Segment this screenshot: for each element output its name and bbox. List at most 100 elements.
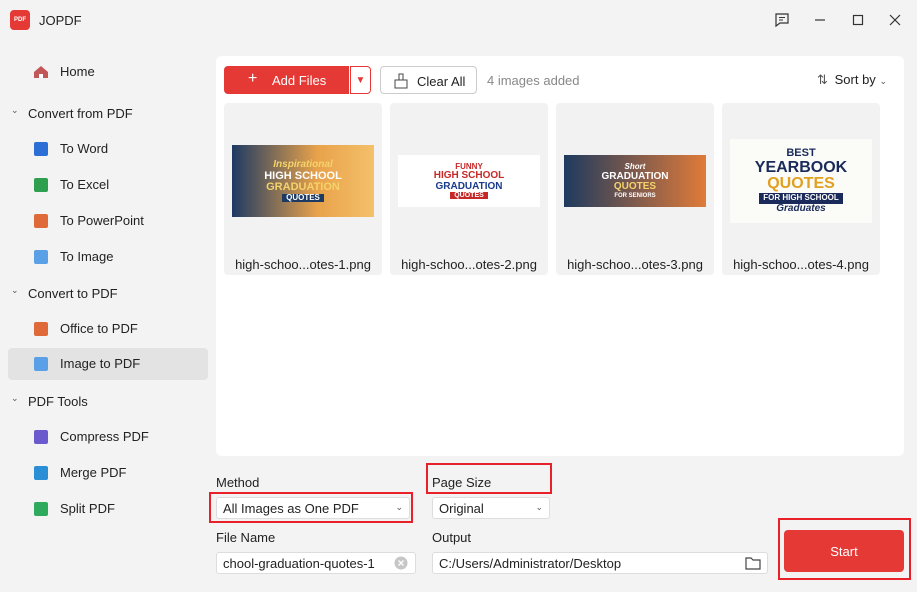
folder-icon[interactable] xyxy=(745,556,761,573)
clear-input-icon[interactable] xyxy=(394,556,408,573)
file-panel: + Add Files ▼ Clear All 4 images added ⇅… xyxy=(216,56,904,456)
method-label: Method xyxy=(216,475,260,490)
output-path-input[interactable]: C:/Users/Administrator/Desktop xyxy=(432,552,768,574)
thumb-text: BEST xyxy=(786,146,816,159)
sidebar-item-compress-pdf[interactable]: Compress PDF xyxy=(8,421,208,453)
close-icon[interactable] xyxy=(883,8,907,32)
thumb-text: YEARBOOK xyxy=(754,158,848,176)
compress-icon xyxy=(34,430,48,444)
sidebar-item-label: Home xyxy=(60,64,95,79)
thumb-text: HIGH SCHOOL xyxy=(433,170,505,182)
merge-icon xyxy=(34,466,48,480)
file-card[interactable]: Inspirational HIGH SCHOOL GRADUATION QUO… xyxy=(224,103,382,275)
file-card[interactable]: BEST YEARBOOK QUOTES FOR HIGH SCHOOL Gra… xyxy=(722,103,880,275)
title-bar: PDF JOPDF xyxy=(0,0,917,40)
section-label: PDF Tools xyxy=(28,394,88,409)
app-title: JOPDF xyxy=(39,13,82,28)
excel-icon xyxy=(34,178,48,192)
thumb-text: Inspirational xyxy=(273,159,333,170)
sidebar-item-to-word[interactable]: To Word xyxy=(8,133,208,165)
sidebar-item-label: Image to PDF xyxy=(60,356,141,371)
thumb-text: Graduates xyxy=(776,202,826,214)
chevron-down-icon: ⌄ xyxy=(395,502,403,512)
file-name-value: chool-graduation-quotes-1 xyxy=(223,556,375,571)
sort-by-label: Sort by xyxy=(834,72,876,87)
sidebar-item-label: Split PDF xyxy=(60,501,115,516)
page-size-value: Original xyxy=(439,501,484,516)
file-thumbnail: BEST YEARBOOK QUOTES FOR HIGH SCHOOL Gra… xyxy=(730,139,872,223)
chevron-down-icon: ⌄ xyxy=(11,105,19,115)
broom-icon xyxy=(393,73,409,89)
image-icon xyxy=(34,357,48,371)
minimize-icon[interactable] xyxy=(808,8,832,32)
start-label: Start xyxy=(830,543,858,559)
sidebar-item-merge-pdf[interactable]: Merge PDF xyxy=(8,457,208,489)
chevron-down-icon: ▼ xyxy=(355,74,366,86)
sidebar-item-label: To Excel xyxy=(60,177,110,192)
maximize-icon[interactable] xyxy=(846,8,870,32)
method-value: All Images as One PDF xyxy=(223,501,359,516)
sidebar-item-split-pdf[interactable]: Split PDF xyxy=(8,493,208,525)
sidebar-item-home[interactable]: Home xyxy=(8,56,208,88)
method-select[interactable]: All Images as One PDF ⌄ xyxy=(216,497,410,519)
start-button[interactable]: Start xyxy=(784,530,904,572)
sidebar-item-to-powerpoint[interactable]: To PowerPoint xyxy=(8,205,208,237)
thumb-text: QUOTES xyxy=(613,181,657,193)
section-pdf-tools[interactable]: ⌄ PDF Tools xyxy=(8,387,208,415)
chevron-down-icon: ⌄ xyxy=(535,502,543,512)
chevron-down-icon: ⌄ xyxy=(879,76,887,86)
plus-icon: + xyxy=(248,70,258,87)
clear-all-button[interactable]: Clear All xyxy=(380,66,477,94)
image-icon xyxy=(34,250,48,264)
thumb-text: FOR HIGH SCHOOL xyxy=(759,193,843,204)
chevron-down-icon: ⌄ xyxy=(11,285,19,295)
thumb-text: GRADUATION xyxy=(435,180,503,192)
file-thumbnail: Inspirational HIGH SCHOOL GRADUATION QUO… xyxy=(232,145,374,217)
file-name: high-schoo...otes-4.png xyxy=(733,257,869,272)
sidebar-item-label: Office to PDF xyxy=(60,321,138,336)
file-thumbnail: FUNNY HIGH SCHOOL GRADUATION QUOTES xyxy=(398,155,540,207)
file-name: high-schoo...otes-1.png xyxy=(235,257,371,272)
thumb-text: QUOTES xyxy=(282,193,324,202)
output-label: Output xyxy=(432,530,472,545)
file-thumbnail: Short GRADUATION QUOTES FOR SENIORS xyxy=(564,155,706,207)
file-name: high-schoo...otes-3.png xyxy=(567,257,703,272)
sidebar-item-label: To PowerPoint xyxy=(60,213,144,228)
file-card[interactable]: FUNNY HIGH SCHOOL GRADUATION QUOTES high… xyxy=(390,103,548,275)
chat-icon[interactable] xyxy=(770,8,794,32)
section-convert-to-pdf[interactable]: ⌄ Convert to PDF xyxy=(8,279,208,307)
office-icon xyxy=(34,322,48,336)
sidebar-item-label: To Image xyxy=(60,249,114,264)
thumb-text: QUOTES xyxy=(767,175,835,193)
split-icon xyxy=(34,502,48,516)
sidebar-item-image-to-pdf[interactable]: Image to PDF xyxy=(8,348,208,380)
sidebar-item-to-excel[interactable]: To Excel xyxy=(8,169,208,201)
file-card[interactable]: Short GRADUATION QUOTES FOR SENIORS high… xyxy=(556,103,714,275)
add-files-dropdown-button[interactable]: ▼ xyxy=(350,66,371,94)
thumb-text: QUOTES xyxy=(450,192,488,200)
sort-by-button[interactable]: ⇅ Sort by ⌄ xyxy=(817,72,887,88)
file-name: high-schoo...otes-2.png xyxy=(401,257,537,272)
add-files-button[interactable]: + Add Files xyxy=(224,66,349,94)
section-convert-from-pdf[interactable]: ⌄ Convert from PDF xyxy=(8,99,208,127)
app-logo-icon: PDF xyxy=(10,10,30,30)
sidebar-item-office-to-pdf[interactable]: Office to PDF xyxy=(8,313,208,345)
sort-icon: ⇅ xyxy=(817,72,828,87)
chevron-down-icon: ⌄ xyxy=(11,393,19,403)
file-name-input[interactable]: chool-graduation-quotes-1 xyxy=(216,552,416,574)
sidebar-item-label: To Word xyxy=(60,141,109,156)
powerpoint-icon xyxy=(34,214,48,228)
section-label: Convert to PDF xyxy=(28,286,118,301)
home-icon xyxy=(33,64,49,80)
page-size-select[interactable]: Original ⌄ xyxy=(432,497,550,519)
sidebar-item-to-image[interactable]: To Image xyxy=(8,241,208,273)
word-icon xyxy=(34,142,48,156)
sidebar-item-label: Merge PDF xyxy=(60,465,127,480)
images-count: 4 images added xyxy=(487,73,580,88)
output-path-value: C:/Users/Administrator/Desktop xyxy=(439,556,622,571)
add-files-label: Add Files xyxy=(272,73,327,88)
page-size-label: Page Size xyxy=(432,475,492,490)
file-name-label: File Name xyxy=(216,530,276,545)
thumb-text: GRADUATION xyxy=(266,181,340,194)
clear-all-label: Clear All xyxy=(417,74,466,89)
